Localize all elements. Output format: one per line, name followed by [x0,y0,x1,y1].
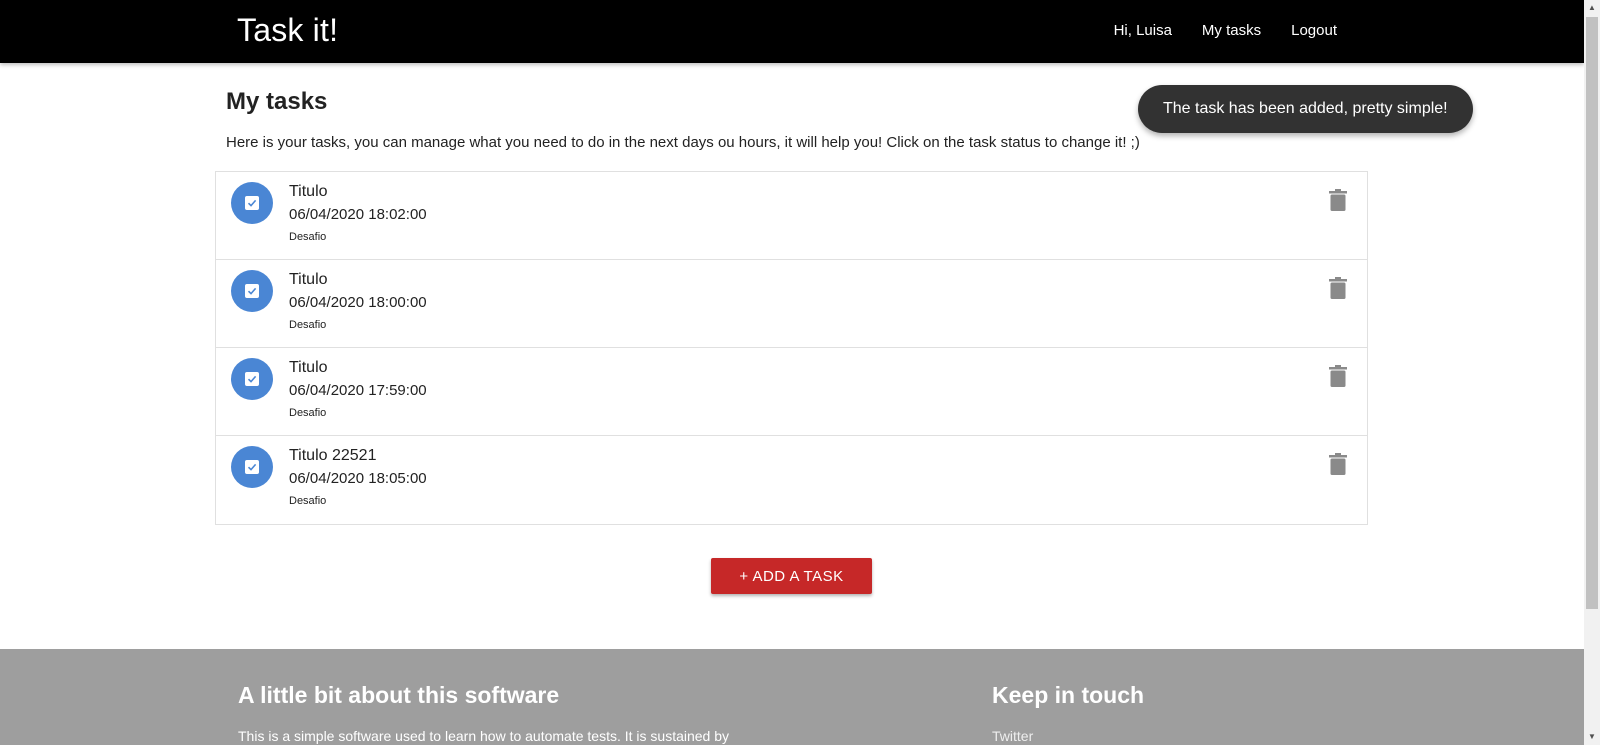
checkbox-checked-icon [245,196,259,210]
nav-my-tasks[interactable]: My tasks [1202,22,1261,39]
page-title: My tasks [226,88,328,115]
task-status-toggle[interactable] [231,270,273,312]
task-title: Titulo [289,271,328,288]
footer-about-title: A little bit about this software [238,682,560,708]
task-status-toggle[interactable] [231,182,273,224]
task-datetime: 06/04/2020 18:02:00 [289,206,427,223]
scroll-up-icon[interactable]: ▲ [1584,0,1600,16]
task-item: Titulo 06/04/2020 18:02:00 Desafio [216,172,1367,260]
scroll-down-icon[interactable]: ▼ [1584,729,1600,745]
task-list: Titulo 06/04/2020 18:02:00 Desafio Titul… [215,171,1368,525]
task-tag: Desafio [289,231,327,243]
task-status-toggle[interactable] [231,446,273,488]
task-datetime: 06/04/2020 17:59:00 [289,382,427,399]
task-title: Titulo 22521 [289,447,377,464]
brand-logo[interactable]: Task it! [237,12,338,49]
footer-contact-title: Keep in touch [992,682,1145,708]
task-item: Titulo 06/04/2020 17:59:00 Desafio [216,348,1367,436]
trash-icon[interactable] [1329,453,1347,475]
task-title: Titulo [289,183,328,200]
toast-notification: The task has been added, pretty simple! [1138,85,1473,133]
nav-logout[interactable]: Logout [1291,22,1337,39]
task-datetime: 06/04/2020 18:00:00 [289,294,427,311]
scroll-thumb[interactable] [1586,17,1598,609]
checkbox-checked-icon [245,372,259,386]
footer: A little bit about this software This is… [0,649,1584,745]
task-datetime: 06/04/2020 18:05:00 [289,470,427,487]
task-tag: Desafio [289,495,327,507]
task-title: Titulo [289,359,328,376]
nav-greeting[interactable]: Hi, Luisa [1114,22,1172,39]
trash-icon[interactable] [1329,365,1347,387]
task-tag: Desafio [289,407,327,419]
footer-link-twitter[interactable]: Twitter [992,728,1033,744]
trash-icon[interactable] [1329,189,1347,211]
app-root: Task it! Hi, Luisa My tasks Logout My ta… [0,0,1600,745]
task-status-toggle[interactable] [231,358,273,400]
nav-menu: Hi, Luisa My tasks Logout [1114,22,1337,39]
page-description: Here is your tasks, you can manage what … [226,134,1140,151]
checkbox-checked-icon [245,284,259,298]
top-navbar: Task it! Hi, Luisa My tasks Logout [0,0,1584,63]
task-tag: Desafio [289,319,327,331]
task-item: Titulo 06/04/2020 18:00:00 Desafio [216,260,1367,348]
checkbox-checked-icon [245,460,259,474]
trash-icon[interactable] [1329,277,1347,299]
add-task-button[interactable]: + ADD A TASK [711,558,872,594]
page-scrollbar[interactable]: ▲ ▼ [1584,0,1600,745]
task-item: Titulo 22521 06/04/2020 18:05:00 Desafio [216,436,1367,524]
footer-about-text: This is a simple software used to learn … [238,728,730,744]
